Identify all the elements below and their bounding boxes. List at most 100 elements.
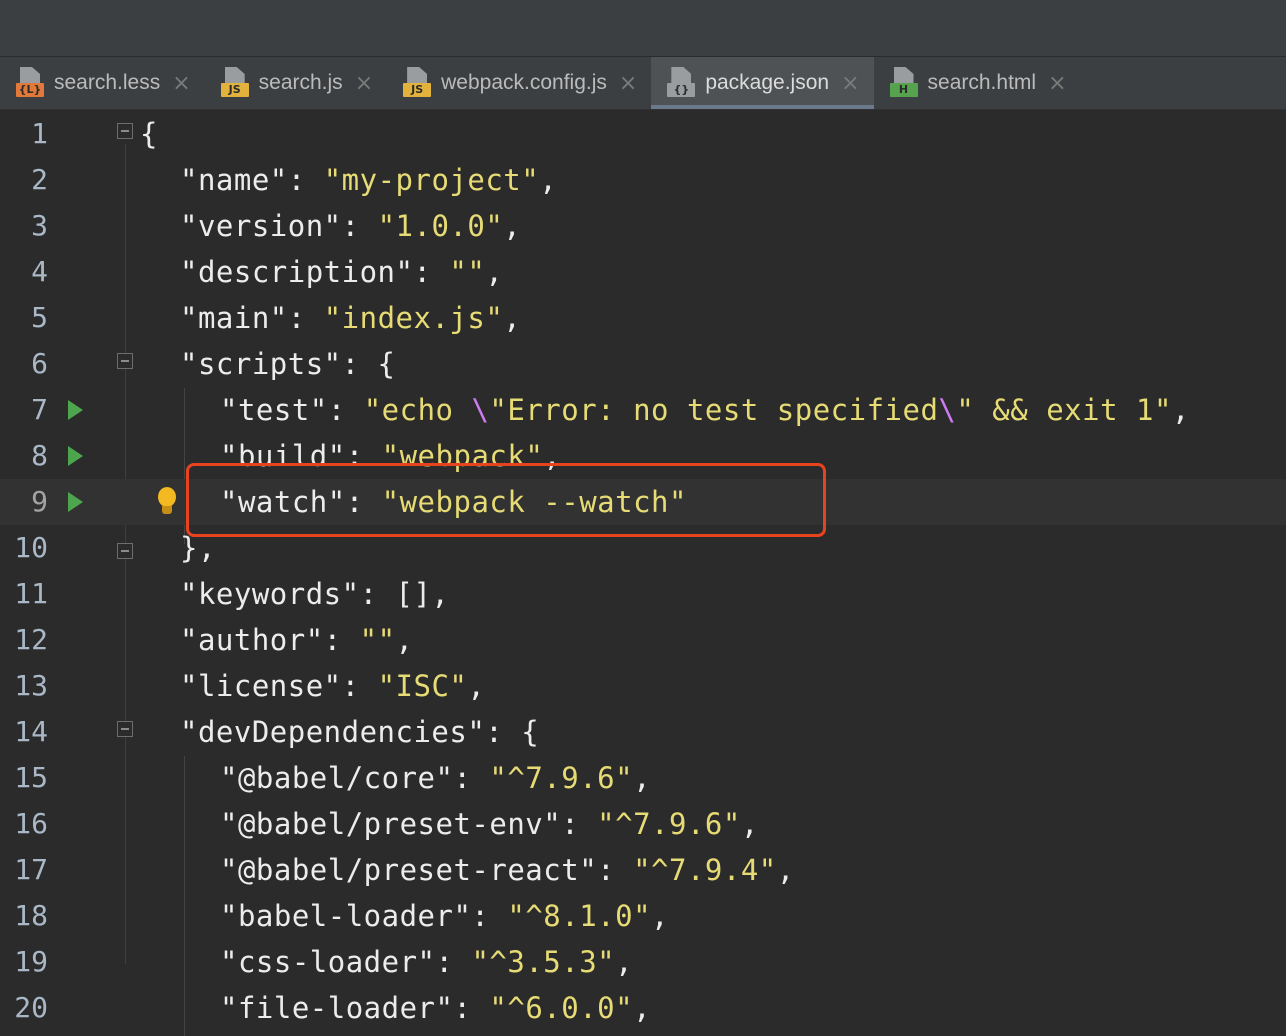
code-line[interactable]: 3 "version": "1.0.0",	[0, 203, 1286, 249]
tab-webpack-config-js[interactable]: JS webpack.config.js ×	[387, 57, 651, 109]
key-token: "scripts": {	[180, 347, 396, 381]
fold-collapse-icon[interactable]	[117, 721, 133, 743]
line-number: 2	[31, 163, 48, 196]
key-token: "main":	[180, 301, 324, 335]
string-token: "^8.1.0"	[507, 899, 652, 933]
fold-dash	[121, 130, 129, 132]
run-script-icon[interactable]	[68, 400, 83, 420]
key-token: ,	[633, 991, 652, 1025]
key-token: ,	[1171, 393, 1190, 427]
key-token: {	[140, 117, 158, 151]
file-type-icon: JS	[220, 67, 251, 99]
string-token: "my-project"	[323, 163, 540, 197]
key-token: "devDependencies": {	[180, 715, 540, 749]
string-token: "^7.9.6"	[489, 761, 634, 795]
close-icon[interactable]: ×	[355, 71, 373, 96]
line-number: 16	[14, 807, 48, 840]
string-token: ""	[449, 255, 486, 289]
code-line[interactable]: 2 "name": "my-project",	[0, 157, 1286, 203]
code-line[interactable]: 15 "@babel/core": "^7.9.6",	[0, 755, 1286, 801]
string-token: "^3.5.3"	[471, 945, 616, 979]
file-type-icon: H	[889, 67, 920, 99]
code-line[interactable]: 6 "scripts": {	[0, 341, 1286, 387]
line-number: 18	[14, 899, 48, 932]
escape-token: \	[471, 393, 490, 427]
line-number: 5	[31, 301, 48, 334]
tab-search-html[interactable]: Hsearch.html ×	[874, 57, 1081, 109]
string-token: "^6.0.0"	[489, 991, 634, 1025]
key-token: "name":	[180, 163, 324, 197]
key-token: "@babel/preset-react":	[220, 853, 634, 887]
line-number: 12	[14, 623, 48, 656]
code-line[interactable]: 7 "test": "echo \"Error: no test specifie…	[0, 387, 1286, 433]
fold-collapse-icon[interactable]	[117, 123, 133, 145]
key-token: ,	[539, 163, 558, 197]
key-token: "css-loader":	[220, 945, 472, 979]
run-script-icon[interactable]	[68, 492, 83, 512]
key-token: "author":	[180, 623, 360, 657]
tab-package-json[interactable]: {} package.json ×	[651, 57, 874, 109]
line-number: 4	[31, 255, 48, 288]
code-line[interactable]: 12 "author": "",	[0, 617, 1286, 663]
code-text: "test": "echo \"Error: no test specified…	[220, 387, 1190, 433]
run-script-icon[interactable]	[68, 446, 83, 466]
fold-collapse-icon[interactable]	[117, 353, 133, 375]
key-token: ,	[395, 623, 414, 657]
close-icon[interactable]: ×	[1048, 71, 1066, 96]
code-line[interactable]: 4 "description": "",	[0, 249, 1286, 295]
code-line[interactable]: 11 "keywords": [],	[0, 571, 1286, 617]
code-text: "version": "1.0.0",	[180, 203, 521, 249]
line-number: 9	[31, 485, 48, 518]
code-text: {	[140, 111, 158, 157]
intention-bulb-icon[interactable]	[156, 487, 178, 517]
key-token: ,	[651, 899, 670, 933]
code-line[interactable]: 18 "babel-loader": "^8.1.0",	[0, 893, 1286, 939]
close-icon[interactable]: ×	[172, 71, 190, 96]
string-token: "^7.9.4"	[633, 853, 777, 887]
line-number: 8	[31, 439, 48, 472]
string-token: " && exit 1"	[956, 393, 1172, 427]
tab-search-js[interactable]: JS search.js ×	[205, 57, 387, 109]
string-token: "echo	[363, 393, 472, 427]
key-token: "test":	[220, 393, 364, 427]
code-text: "name": "my-project",	[180, 157, 557, 203]
line-number: 19	[14, 945, 48, 978]
file-type-icon: JS	[403, 67, 433, 99]
code-line[interactable]: 5 "main": "index.js",	[0, 295, 1286, 341]
key-token: ,	[467, 669, 486, 703]
code-line[interactable]: 19 "css-loader": "^3.5.3",	[0, 939, 1286, 985]
line-number: 13	[14, 669, 48, 702]
code-line[interactable]: 16 "@babel/preset-env": "^7.9.6",	[0, 801, 1286, 847]
tab-search-less[interactable]: {L} search.less ×	[0, 57, 205, 109]
code-text: "keywords": [],	[180, 571, 449, 617]
line-number: 17	[14, 853, 48, 886]
fold-end-icon[interactable]	[117, 537, 133, 559]
code-line[interactable]: 14 "devDependencies": {	[0, 709, 1286, 755]
window-title-bar	[0, 0, 1286, 57]
key-token: "description":	[180, 255, 450, 289]
close-icon[interactable]: ×	[841, 71, 859, 96]
fold-dash	[121, 728, 129, 730]
code-text: "@babel/preset-react": "^7.9.4",	[220, 847, 795, 893]
key-token: ,	[503, 301, 522, 335]
line-number: 15	[14, 761, 48, 794]
code-line[interactable]: 13 "license": "ISC",	[0, 663, 1286, 709]
key-token: ,	[776, 853, 795, 887]
tab-label: search.js	[258, 71, 343, 94]
key-token: "@babel/preset-env":	[220, 807, 598, 841]
key-token: ,	[485, 255, 504, 289]
code-text: "file-loader": "^6.0.0",	[220, 985, 651, 1031]
code-text: "babel-loader": "^8.1.0",	[220, 893, 669, 939]
close-icon[interactable]: ×	[619, 71, 637, 96]
code-text: "@babel/core": "^7.9.6",	[220, 755, 651, 801]
code-line[interactable]: 1{	[0, 111, 1286, 157]
editor-tab-bar: {L} search.less × JS search.js × JS webpack.con…	[0, 57, 1286, 110]
key-token: "keywords": [],	[180, 577, 450, 611]
code-editor[interactable]: 1{2 "name": "my-project", 3 "version": "1.0…	[0, 110, 1286, 1036]
code-line[interactable]: 17 "@babel/preset-react": "^7.9.4",	[0, 847, 1286, 893]
code-text: "@babel/preset-env": "^7.9.6",	[220, 801, 759, 847]
tab-label: package.json	[705, 71, 830, 94]
code-line[interactable]: 20 "file-loader": "^6.0.0",	[0, 985, 1286, 1031]
escape-token: \	[938, 393, 957, 427]
line-number: 1	[31, 117, 48, 150]
